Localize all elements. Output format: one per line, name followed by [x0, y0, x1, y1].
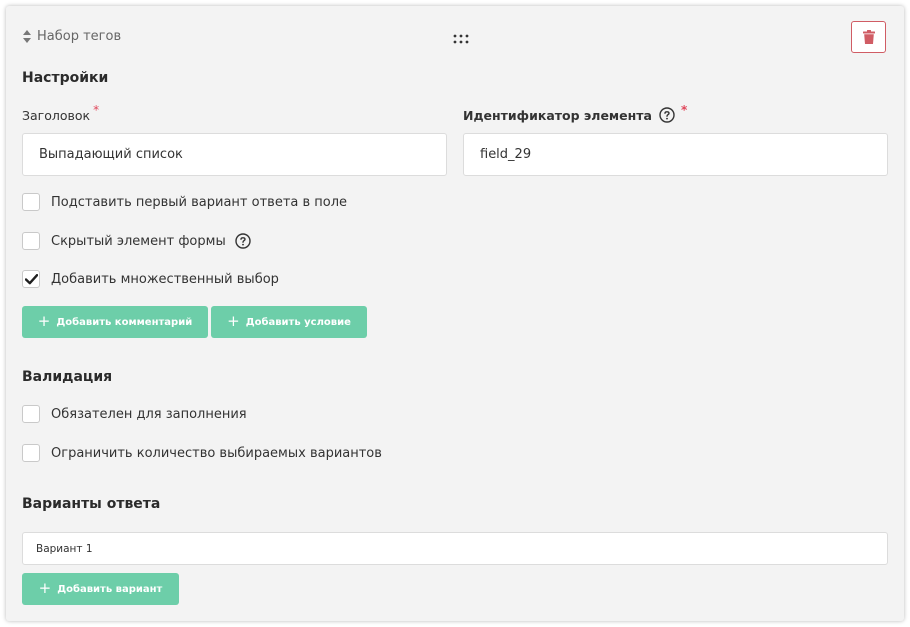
validation-heading: Валидация — [22, 369, 113, 385]
add-condition-button[interactable]: + Добавить условие — [211, 306, 367, 338]
option-input-value: Вариант 1 — [36, 542, 93, 555]
required-mark: * — [680, 103, 688, 117]
multiple-choice-checkbox[interactable]: Добавить множественный выбор — [22, 270, 279, 288]
element-type-selector[interactable]: Набор тегов — [23, 29, 121, 44]
question-circle-icon[interactable] — [235, 233, 251, 249]
limit-choices-checkbox[interactable]: Ограничить количество выбираемых вариант… — [22, 444, 382, 462]
checkbox-box[interactable] — [22, 405, 40, 423]
checkbox-box[interactable] — [22, 193, 40, 211]
trash-icon — [862, 30, 875, 44]
settings-heading: Настройки — [22, 70, 109, 86]
title-field-label: Заголовок * — [22, 103, 99, 123]
hidden-element-checkbox[interactable]: Скрытый элемент формы — [22, 232, 251, 250]
checkbox-box[interactable] — [22, 444, 40, 462]
checkbox-box[interactable] — [22, 232, 40, 250]
prefill-first-option-checkbox[interactable]: Подставить первый вариант ответа в поле — [22, 193, 347, 211]
sort-icon — [23, 30, 31, 43]
required-checkbox[interactable]: Обязателен для заполнения — [22, 405, 247, 423]
checkbox-label: Подставить первый вариант ответа в поле — [51, 194, 348, 210]
checkbox-label: Ограничить количество выбираемых вариант… — [51, 445, 382, 461]
plus-icon: + — [227, 312, 240, 330]
checkbox-box[interactable] — [22, 270, 40, 288]
add-comment-label: Добавить комментарий — [56, 316, 193, 328]
element-id-input-value: field_29 — [480, 147, 532, 162]
plus-icon: + — [38, 579, 52, 597]
question-circle-icon[interactable] — [659, 107, 675, 123]
id-label-text: Идентификатор элемента — [463, 108, 652, 123]
plus-icon: + — [37, 312, 51, 330]
delete-button[interactable] — [851, 21, 886, 53]
element-id-input[interactable]: field_29 — [463, 133, 888, 176]
option-input[interactable]: Вариант 1 — [22, 532, 888, 565]
form-element-card: Набор тегов Настройки Заголовок * Иденти… — [6, 6, 904, 621]
options-heading: Варианты ответа — [22, 496, 161, 512]
required-mark: * — [93, 103, 100, 117]
title-label-text: Заголовок — [22, 108, 91, 123]
id-field-label: Идентификатор элемента * — [463, 103, 687, 123]
add-option-label: Добавить вариант — [57, 583, 163, 595]
title-input[interactable]: Выпадающий список — [22, 133, 447, 176]
title-input-value: Выпадающий список — [39, 147, 183, 162]
element-type-label: Набор тегов — [37, 29, 122, 44]
add-condition-label: Добавить условие — [245, 316, 351, 328]
checkbox-label: Скрытый элемент формы — [51, 233, 226, 249]
drag-handle-icon[interactable] — [452, 33, 470, 45]
add-comment-button[interactable]: + Добавить комментарий — [22, 306, 208, 338]
add-option-button[interactable]: + Добавить вариант — [22, 573, 179, 605]
checkbox-label: Обязателен для заполнения — [51, 406, 247, 422]
checkbox-label: Добавить множественный выбор — [51, 271, 279, 287]
checkmark-icon — [24, 273, 38, 284]
